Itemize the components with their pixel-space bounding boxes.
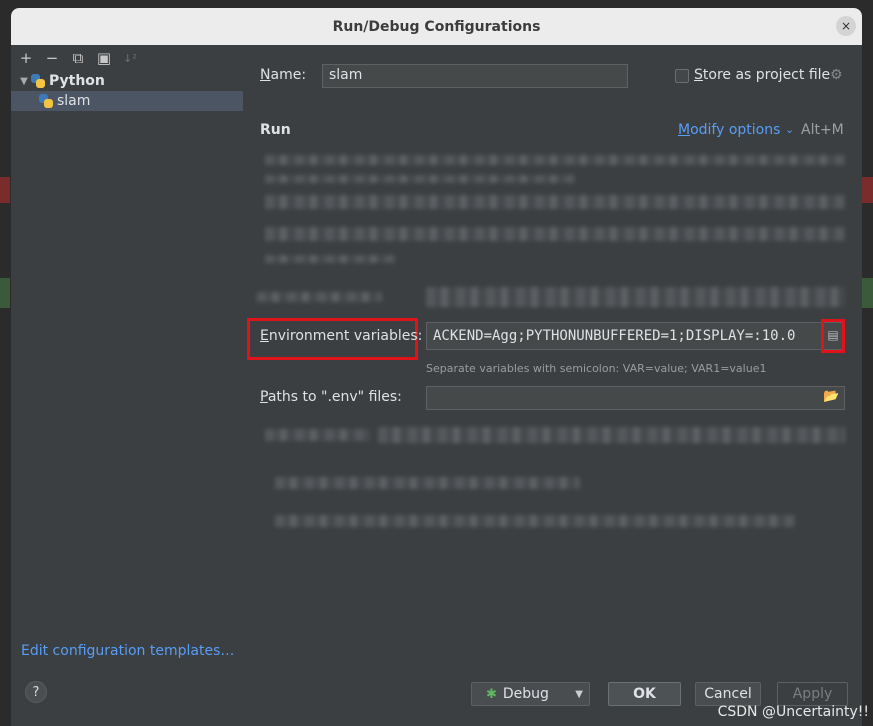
redacted-label bbox=[265, 429, 370, 441]
apply-button[interactable]: Apply bbox=[777, 682, 848, 706]
configuration-form: Name: slam Store as project file ⚙ Run M… bbox=[243, 45, 862, 726]
help-button[interactable]: ? bbox=[25, 681, 47, 703]
configurations-tree-pane: + − ⧉ ▣ ↓² ▼ Python slam Edit configurat… bbox=[11, 45, 243, 726]
redacted-text bbox=[265, 155, 845, 165]
env-files-input[interactable] bbox=[426, 386, 845, 410]
name-label: Name: bbox=[260, 67, 307, 83]
run-section-header: Run bbox=[260, 122, 291, 138]
env-hint-text: Separate variables with semicolon: VAR=v… bbox=[426, 362, 767, 375]
run-debug-dialog: Run/Debug Configurations × + − ⧉ ▣ ↓² ▼ … bbox=[11, 8, 862, 726]
gear-icon[interactable]: ⚙ bbox=[830, 67, 843, 83]
sort-icon[interactable]: ↓² bbox=[121, 49, 139, 67]
chevron-down-icon[interactable]: ▼ bbox=[17, 76, 31, 87]
tree-group-label: Python bbox=[49, 73, 105, 89]
tree-group-python[interactable]: ▼ Python bbox=[11, 71, 243, 91]
redacted-text bbox=[265, 175, 575, 183]
bg-change-marker bbox=[0, 278, 10, 308]
python-icon bbox=[39, 94, 53, 108]
dropdown-arrow-icon[interactable]: ▼ bbox=[575, 689, 583, 700]
bg-error-marker-right bbox=[861, 177, 873, 203]
redacted-text bbox=[275, 515, 795, 527]
dialog-content: + − ⧉ ▣ ↓² ▼ Python slam Edit configurat… bbox=[11, 45, 862, 726]
store-as-project-checkbox[interactable] bbox=[675, 69, 689, 83]
tree-toolbar: + − ⧉ ▣ ↓² bbox=[11, 45, 243, 71]
remove-icon[interactable]: − bbox=[43, 49, 61, 67]
copy-icon[interactable]: ⧉ bbox=[69, 49, 87, 67]
python-icon bbox=[31, 74, 45, 88]
close-icon: × bbox=[840, 19, 852, 33]
name-input[interactable]: slam bbox=[322, 64, 628, 88]
store-as-project-label: Store as project file bbox=[694, 67, 831, 83]
redacted-label bbox=[257, 292, 382, 302]
environment-variables-input[interactable]: ACKEND=Agg;PYTHONUNBUFFERED=1;DISPLAY=:1… bbox=[426, 322, 845, 350]
redacted-text bbox=[275, 477, 580, 489]
folder-icon[interactable]: 📂 bbox=[823, 389, 839, 404]
modify-options-link[interactable]: Modify options bbox=[678, 122, 780, 138]
redacted-input bbox=[378, 427, 845, 443]
dialog-titlebar: Run/Debug Configurations × bbox=[11, 8, 862, 45]
env-files-label: Paths to ".env" files: bbox=[260, 389, 402, 405]
edit-templates-link[interactable]: Edit configuration templates… bbox=[21, 643, 234, 659]
help-icon: ? bbox=[32, 684, 40, 700]
bug-icon: ✱ bbox=[486, 686, 497, 702]
cancel-button[interactable]: Cancel bbox=[695, 682, 761, 706]
bg-error-marker bbox=[0, 177, 10, 203]
debug-button[interactable]: ✱ Debug ▼ bbox=[471, 682, 590, 706]
edit-env-vars-icon[interactable]: ▤ bbox=[826, 327, 840, 343]
modify-options-shortcut: Alt+M bbox=[801, 122, 844, 138]
redacted-text bbox=[265, 227, 845, 241]
environment-variables-label: Environment variables: bbox=[260, 328, 423, 344]
bg-change-marker-right bbox=[861, 278, 873, 308]
new-folder-icon[interactable]: ▣ bbox=[95, 49, 113, 67]
add-icon[interactable]: + bbox=[17, 49, 35, 67]
tree-item-label: slam bbox=[57, 93, 91, 109]
debug-label: Debug bbox=[502, 686, 549, 702]
redacted-input bbox=[426, 287, 845, 307]
dialog-title: Run/Debug Configurations bbox=[332, 18, 541, 35]
watermark: CSDN @Uncertainty!! bbox=[717, 704, 869, 720]
tree-item-slam[interactable]: slam bbox=[11, 91, 243, 111]
chevron-down-icon[interactable]: ⌄ bbox=[785, 123, 794, 136]
close-button[interactable]: × bbox=[836, 16, 856, 36]
ok-button[interactable]: OK bbox=[608, 682, 681, 706]
redacted-text bbox=[265, 195, 845, 209]
redacted-text bbox=[265, 255, 395, 263]
